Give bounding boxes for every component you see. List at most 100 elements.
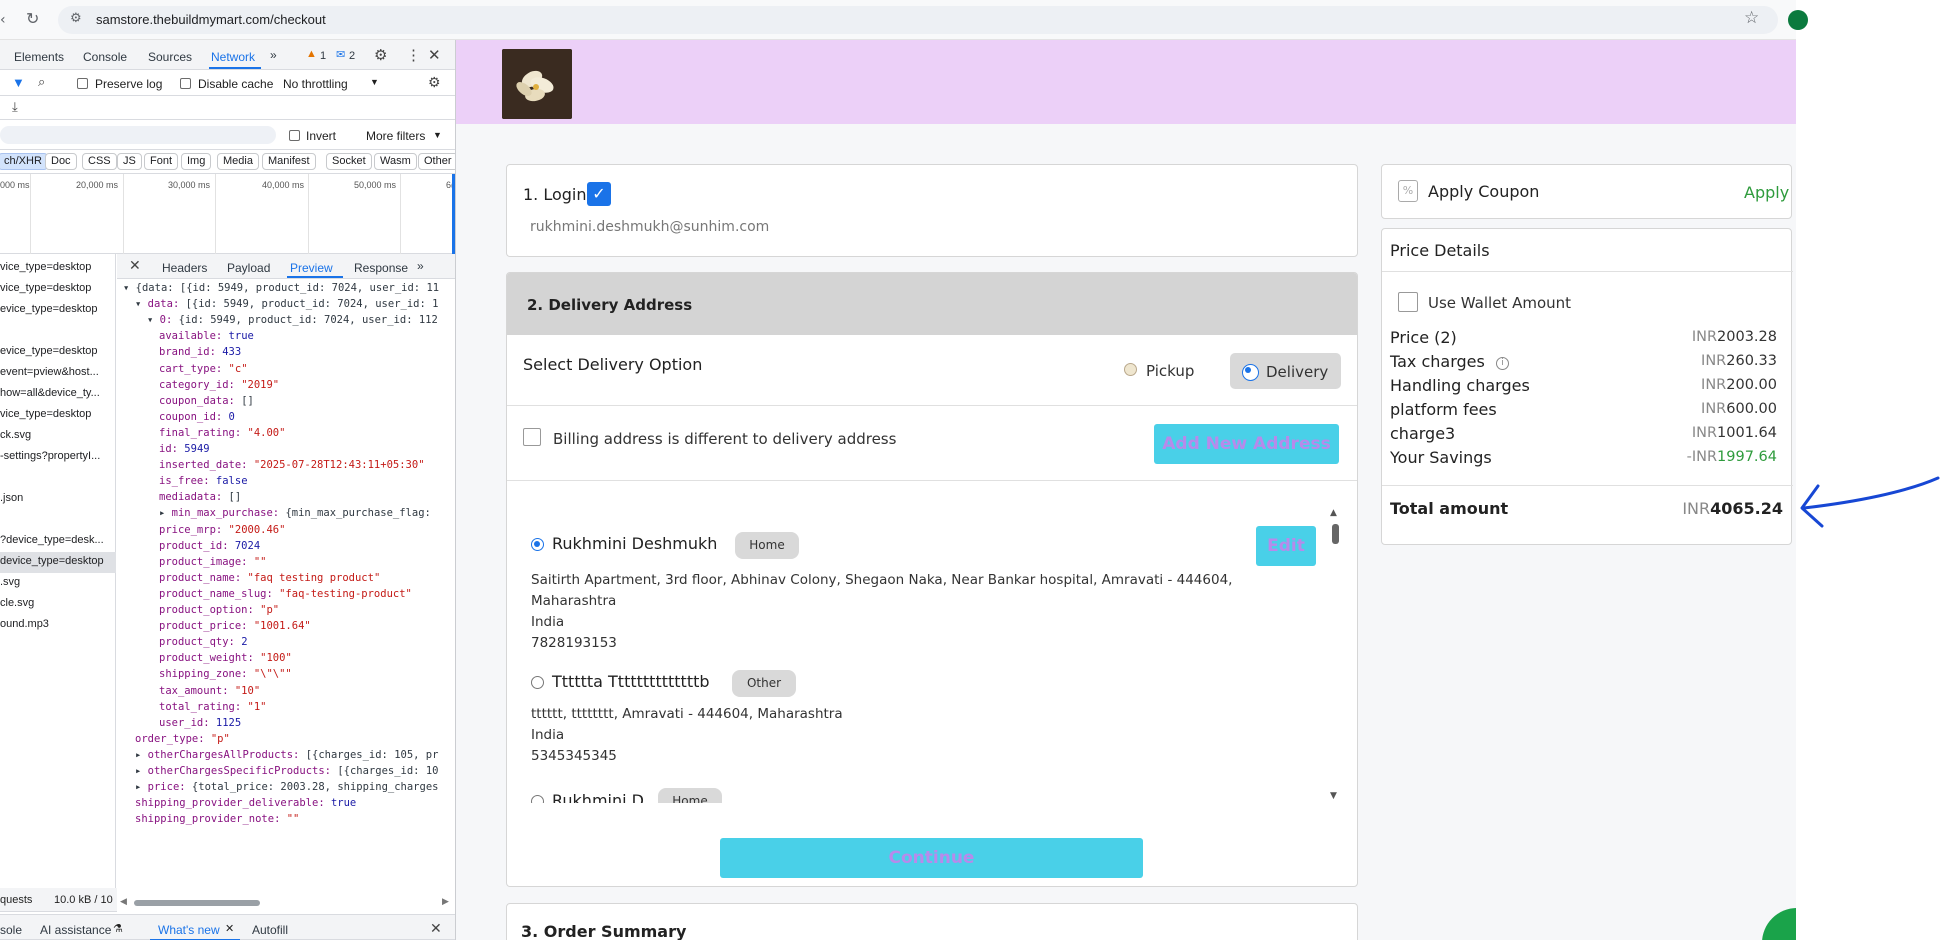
kebab-menu-icon[interactable]: ⋮ xyxy=(406,46,421,64)
request-row[interactable] xyxy=(0,321,116,342)
store-logo[interactable] xyxy=(502,49,572,119)
throttling-select[interactable]: No throttling xyxy=(283,77,348,91)
preview-hscrollbar[interactable]: ◀ ▶ xyxy=(120,896,450,908)
filter-socket[interactable]: Socket xyxy=(326,153,372,170)
delivery-label[interactable]: Delivery xyxy=(1266,363,1328,381)
expand-toggle-icon[interactable]: ▾ xyxy=(147,314,160,326)
invert-checkbox[interactable] xyxy=(289,130,300,141)
filter-wasm[interactable]: Wasm xyxy=(374,153,417,170)
request-row[interactable] xyxy=(0,510,116,531)
drawer-tab-ai-assistance[interactable]: AI assistance xyxy=(40,923,111,937)
url-text[interactable]: samstore.thebuildmymart.com/checkout xyxy=(96,12,326,27)
filter-media[interactable]: Media xyxy=(217,153,259,170)
tab-elements[interactable]: Elements xyxy=(14,50,64,64)
pickup-radio[interactable] xyxy=(1124,363,1137,376)
preserve-log-checkbox[interactable] xyxy=(77,78,88,89)
site-info-icon[interactable]: ⚙ xyxy=(70,11,82,26)
close-drawer-icon[interactable]: ✕ xyxy=(430,920,442,937)
more-filters-button[interactable]: More filters xyxy=(366,129,425,143)
json-line[interactable]: ▾ data: [{id: 5949, product_id: 7024, us… xyxy=(135,298,438,310)
search-icon[interactable]: ⌕ xyxy=(38,74,45,90)
export-har-icon[interactable]: ⤓ xyxy=(12,99,18,115)
filter-input[interactable] xyxy=(0,126,276,144)
chat-widget-icon[interactable] xyxy=(1762,908,1796,940)
tab-console[interactable]: Console xyxy=(83,50,127,64)
profile-avatar[interactable] xyxy=(1788,10,1808,30)
filter-js[interactable]: JS xyxy=(117,153,142,170)
filter-img[interactable]: Img xyxy=(181,153,212,170)
close-detail-icon[interactable]: ✕ xyxy=(129,257,141,274)
json-line[interactable]: ▾ 0: {id: 5949, product_id: 7024, user_i… xyxy=(147,314,438,326)
tab-response[interactable]: Response xyxy=(354,261,408,275)
request-row[interactable]: event=pview&host... xyxy=(0,363,116,384)
timeline-cursor[interactable] xyxy=(452,174,455,254)
timeline-overview[interactable]: 000 ms 20,000 ms 30,000 ms 40,000 ms 50,… xyxy=(0,174,455,254)
drawer-tab-autofill[interactable]: Autofill xyxy=(252,923,288,937)
request-row[interactable]: vice_type=desktop xyxy=(0,405,116,426)
drawer-tab-whats-new[interactable]: What's new xyxy=(158,923,220,937)
drawer-tab-console[interactable]: sole xyxy=(0,923,22,937)
tax-info-icon[interactable]: i xyxy=(1496,357,1509,370)
request-row[interactable]: vice_type=desktop xyxy=(0,258,116,279)
close-whats-new-icon[interactable]: ✕ xyxy=(225,922,234,935)
wallet-checkbox[interactable] xyxy=(1398,292,1418,312)
pickup-option[interactable]: Pickup xyxy=(1124,353,1202,387)
request-row[interactable]: vice_type=desktop xyxy=(0,279,116,300)
address-radio-1[interactable] xyxy=(531,538,544,551)
request-row[interactable]: -settings?propertyI... xyxy=(0,447,116,468)
filter-fetch-xhr[interactable]: ch/XHR xyxy=(0,153,48,170)
add-new-address-button[interactable]: Add New Address xyxy=(1154,424,1339,464)
filter-icon[interactable]: ▼ xyxy=(12,75,25,90)
bookmark-star-icon[interactable]: ☆ xyxy=(1744,8,1759,28)
expand-toggle-icon[interactable]: ▾ xyxy=(135,298,148,310)
tab-preview[interactable]: Preview xyxy=(290,261,333,275)
expand-toggle-icon[interactable]: ▸ xyxy=(135,749,148,761)
throttling-chevron-icon[interactable]: ▼ xyxy=(370,77,379,87)
expand-toggle-icon[interactable]: ▸ xyxy=(135,765,148,777)
address-scrollbar[interactable]: ▲ ▼ xyxy=(1329,508,1341,803)
request-row[interactable]: evice_type=desktop xyxy=(0,342,116,363)
billing-different-checkbox[interactable] xyxy=(523,428,541,446)
apply-coupon-button[interactable]: Apply xyxy=(1744,183,1789,202)
reload-icon[interactable]: ↻ xyxy=(26,9,39,28)
tab-network[interactable]: Network xyxy=(211,50,255,64)
json-line[interactable]: ▸ min_max_purchase: {min_max_purchase_fl… xyxy=(159,507,431,519)
warning-icon[interactable]: ▲ xyxy=(306,48,317,60)
expand-toggle-icon[interactable]: ▾ xyxy=(123,282,136,294)
tab-headers[interactable]: Headers xyxy=(162,261,207,275)
info-icon[interactable]: ✉ xyxy=(336,48,345,61)
filter-other[interactable]: Other xyxy=(418,153,455,170)
edit-address-button[interactable]: Edit xyxy=(1256,526,1316,566)
apply-coupon-label[interactable]: Apply Coupon xyxy=(1428,182,1539,201)
request-row[interactable]: ?device_type=desk... xyxy=(0,531,116,552)
settings-gear-icon[interactable]: ⚙ xyxy=(374,46,387,64)
more-detail-tabs-icon[interactable]: » xyxy=(417,259,424,273)
request-row[interactable]: device_type=desktop xyxy=(0,552,116,573)
close-devtools-icon[interactable]: ✕ xyxy=(428,46,441,64)
request-row[interactable]: ound.mp3 xyxy=(0,615,116,636)
more-filters-chevron-icon[interactable]: ▼ xyxy=(433,130,442,140)
more-tabs-icon[interactable]: » xyxy=(270,48,277,62)
scroll-left-icon[interactable]: ◀ xyxy=(120,896,127,907)
filter-font[interactable]: Font xyxy=(144,153,179,170)
filter-manifest[interactable]: Manifest xyxy=(262,153,316,170)
request-row[interactable] xyxy=(0,468,116,489)
back-icon[interactable]: ‹ xyxy=(0,12,6,28)
request-row[interactable]: ck.svg xyxy=(0,426,116,447)
disable-cache-checkbox[interactable] xyxy=(180,78,191,89)
request-row[interactable]: how=all&device_ty... xyxy=(0,384,116,405)
scroll-right-icon[interactable]: ▶ xyxy=(442,896,449,907)
tab-sources[interactable]: Sources xyxy=(148,50,192,64)
pickup-label[interactable]: Pickup xyxy=(1146,362,1194,380)
scroll-up-icon[interactable]: ▲ xyxy=(1330,508,1337,518)
expand-toggle-icon[interactable]: ▸ xyxy=(159,507,172,519)
address-radio-3[interactable] xyxy=(531,795,544,803)
json-line[interactable]: ▸ otherChargesSpecificProducts: [{charge… xyxy=(135,765,438,777)
order-summary-section[interactable]: 3. Order Summary xyxy=(506,903,1358,940)
network-settings-icon[interactable]: ⚙ xyxy=(428,74,441,91)
filter-doc[interactable]: Doc xyxy=(45,153,77,170)
filter-css[interactable]: CSS xyxy=(82,153,117,170)
json-line[interactable]: ▾ {data: [{id: 5949, product_id: 7024, u… xyxy=(123,282,439,294)
address-radio-2[interactable] xyxy=(531,676,544,689)
request-row[interactable]: evice_type=desktop xyxy=(0,300,116,321)
